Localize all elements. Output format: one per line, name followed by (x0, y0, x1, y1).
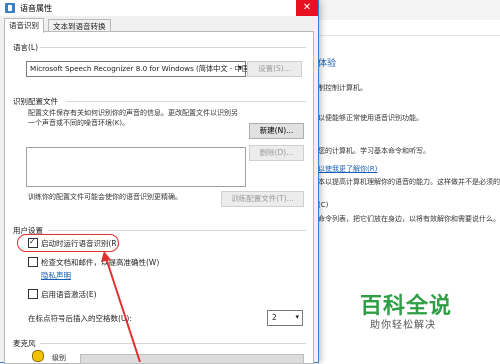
background-toolbar (310, 0, 500, 21)
delete-profile-button[interactable]: 删除(D)... (249, 145, 304, 161)
speech-app-icon (5, 3, 15, 13)
spaces-select-value: 2 (272, 313, 277, 322)
background-line: 本以提高计算机理解你的语音的能力。这样做并不是必须的 (318, 178, 500, 186)
profiles-list[interactable] (26, 147, 246, 187)
chevron-down-icon: ▾ (238, 64, 242, 72)
privacy-statement-link[interactable]: 隐私声明 (41, 270, 71, 281)
recognizer-select[interactable]: Microsoft Speech Recognizer 8.0 for Wind… (26, 61, 250, 77)
divider (66, 101, 306, 102)
background-line: 制控制计算机。 (318, 84, 367, 92)
new-profile-button[interactable]: 新建(N)... (249, 123, 304, 139)
training-description: 训练你的配置文件可能会使你的语音识别更精确。 (28, 193, 182, 201)
review-checkbox-label[interactable]: 检查文档和邮件，以提高准确性(W) (41, 257, 159, 268)
dialog-title: 语音属性 (20, 4, 52, 13)
background-heading: 体验 (318, 59, 337, 69)
background-line: 您的计算机。学习基本命令和听写。 (318, 147, 430, 155)
microphone-level-meter (80, 354, 304, 364)
watermark-subtitle: 助你轻松解决 (370, 320, 436, 331)
review-checkbox[interactable] (28, 257, 38, 267)
microphone-group-label: 麦克风 (13, 339, 36, 348)
annotation-highlight (17, 234, 119, 252)
tab-speech-recognition[interactable]: 语音识别 (4, 18, 44, 33)
spaces-select[interactable]: 2 ▾ (267, 310, 303, 326)
train-profile-button[interactable]: 训练配置文件(T)... (221, 191, 304, 207)
background-address-bar (310, 20, 500, 36)
divider (40, 47, 306, 48)
recognizer-select-value: Microsoft Speech Recognizer 8.0 for Wind… (30, 64, 250, 73)
close-button[interactable]: ✕ (296, 0, 318, 16)
background-line: 命令列表，把它们放在身边，以将有效解你和需要说什么。 (318, 215, 500, 223)
microphone-icon (32, 350, 44, 362)
dialog-titlebar[interactable]: 语音属性 ✕ (0, 0, 318, 16)
language-group-label: 语言(L) (13, 43, 39, 52)
close-icon: ✕ (302, 2, 312, 13)
background-link-train[interactable]: 以使我更了解你(R) (318, 164, 377, 174)
background-line: 以便能够正常使用语音识别功能。 (318, 114, 423, 122)
profiles-description: 配置文件保存有关如何识别你的声音的信息。更改配置文件以识别另一个声音或不同的噪音… (28, 109, 238, 127)
divider (40, 343, 306, 344)
profiles-group-label: 识别配置文件 (13, 97, 58, 106)
speech-properties-dialog: 语音属性 ✕ 语音识别 文本到语音转换 语言(L) Microsoft Spee… (0, 0, 319, 364)
voice-activation-checkbox-label[interactable]: 启用语音激活(E) (41, 289, 97, 300)
background-line: (C) (318, 201, 329, 209)
chevron-down-icon: ▾ (295, 313, 299, 321)
divider (48, 230, 306, 231)
voice-activation-checkbox[interactable] (28, 289, 38, 299)
spaces-label: 在标点符号后插入的空格数(U): (28, 314, 132, 323)
settings-button[interactable]: 设置(S)... (247, 61, 302, 77)
